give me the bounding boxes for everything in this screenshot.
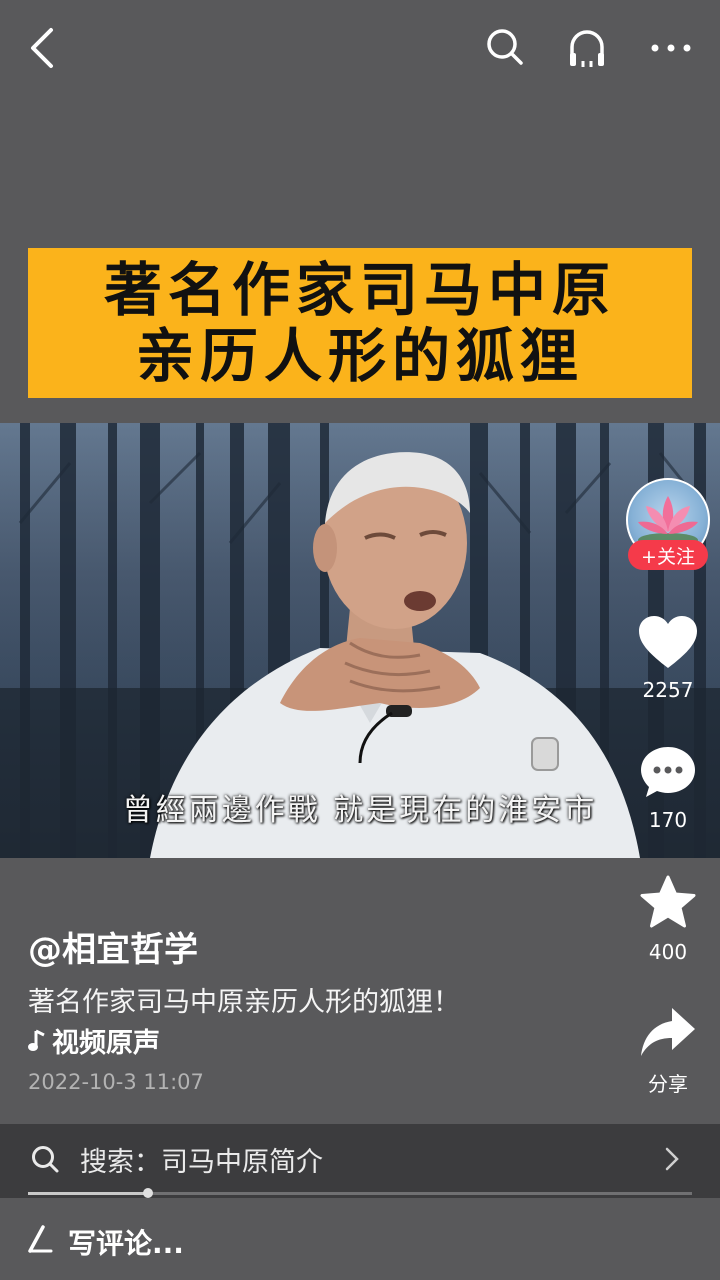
title-line-1: 著名作家司马中原 <box>103 256 616 324</box>
share-arrow-icon[interactable] <box>638 1004 698 1060</box>
post-description: 著名作家司马中原亲历人形的狐狸！ <box>28 987 460 1018</box>
search-icon[interactable] <box>480 22 530 72</box>
video-player[interactable]: 曾經兩邊作戰 就是現在的淮安市 <box>0 423 720 858</box>
comment-placeholder: 写评论... <box>68 1227 184 1260</box>
chevron-right-icon <box>665 1147 679 1171</box>
comment-count: 170 <box>648 808 688 832</box>
comment-input-bar[interactable]: 写评论... <box>0 1198 720 1280</box>
star-icon[interactable] <box>638 874 698 932</box>
favorite-action[interactable]: 400 <box>630 874 706 964</box>
top-bar <box>0 0 720 96</box>
share-action[interactable]: 分享 <box>630 1004 706 1097</box>
music-label: 视频原声 <box>52 1028 160 1059</box>
favorite-count: 400 <box>648 940 688 964</box>
headphones-icon[interactable] <box>562 22 612 74</box>
like-action[interactable]: 2257 <box>630 614 706 702</box>
more-dots-icon[interactable] <box>644 22 698 74</box>
related-search-bar[interactable]: 搜索：司马中原简介 <box>0 1124 720 1198</box>
comment-bubble-icon[interactable] <box>638 744 698 800</box>
title-line-2: 亲历人形的狐狸 <box>135 322 584 390</box>
author-name[interactable]: @相宜哲学 <box>28 922 198 971</box>
search-icon <box>32 1146 59 1173</box>
follow-button[interactable]: +关注 <box>628 540 708 570</box>
video-subtitle: 曾經兩邊作戰 就是現在的淮安市 <box>122 793 598 828</box>
video-title-banner: 著名作家司马中原 亲历人形的狐狸 <box>28 248 692 398</box>
related-search-text: 搜索：司马中原简介 <box>80 1147 323 1178</box>
music-note-icon <box>28 1029 45 1051</box>
music-link[interactable]: 视频原声 <box>28 1021 160 1060</box>
like-count: 2257 <box>642 678 694 702</box>
video-progress-knob[interactable] <box>143 1188 153 1198</box>
chevron-left-icon[interactable] <box>18 22 66 74</box>
share-label: 分享 <box>648 1072 688 1096</box>
video-progress-fill <box>28 1192 148 1195</box>
pen-icon <box>28 1225 53 1253</box>
comment-action[interactable]: 170 <box>630 744 706 832</box>
heart-icon[interactable] <box>637 614 699 670</box>
post-date: 2022-10-3 11:07 <box>28 1070 204 1094</box>
creator-avatar-group[interactable]: +关注 <box>626 478 710 574</box>
